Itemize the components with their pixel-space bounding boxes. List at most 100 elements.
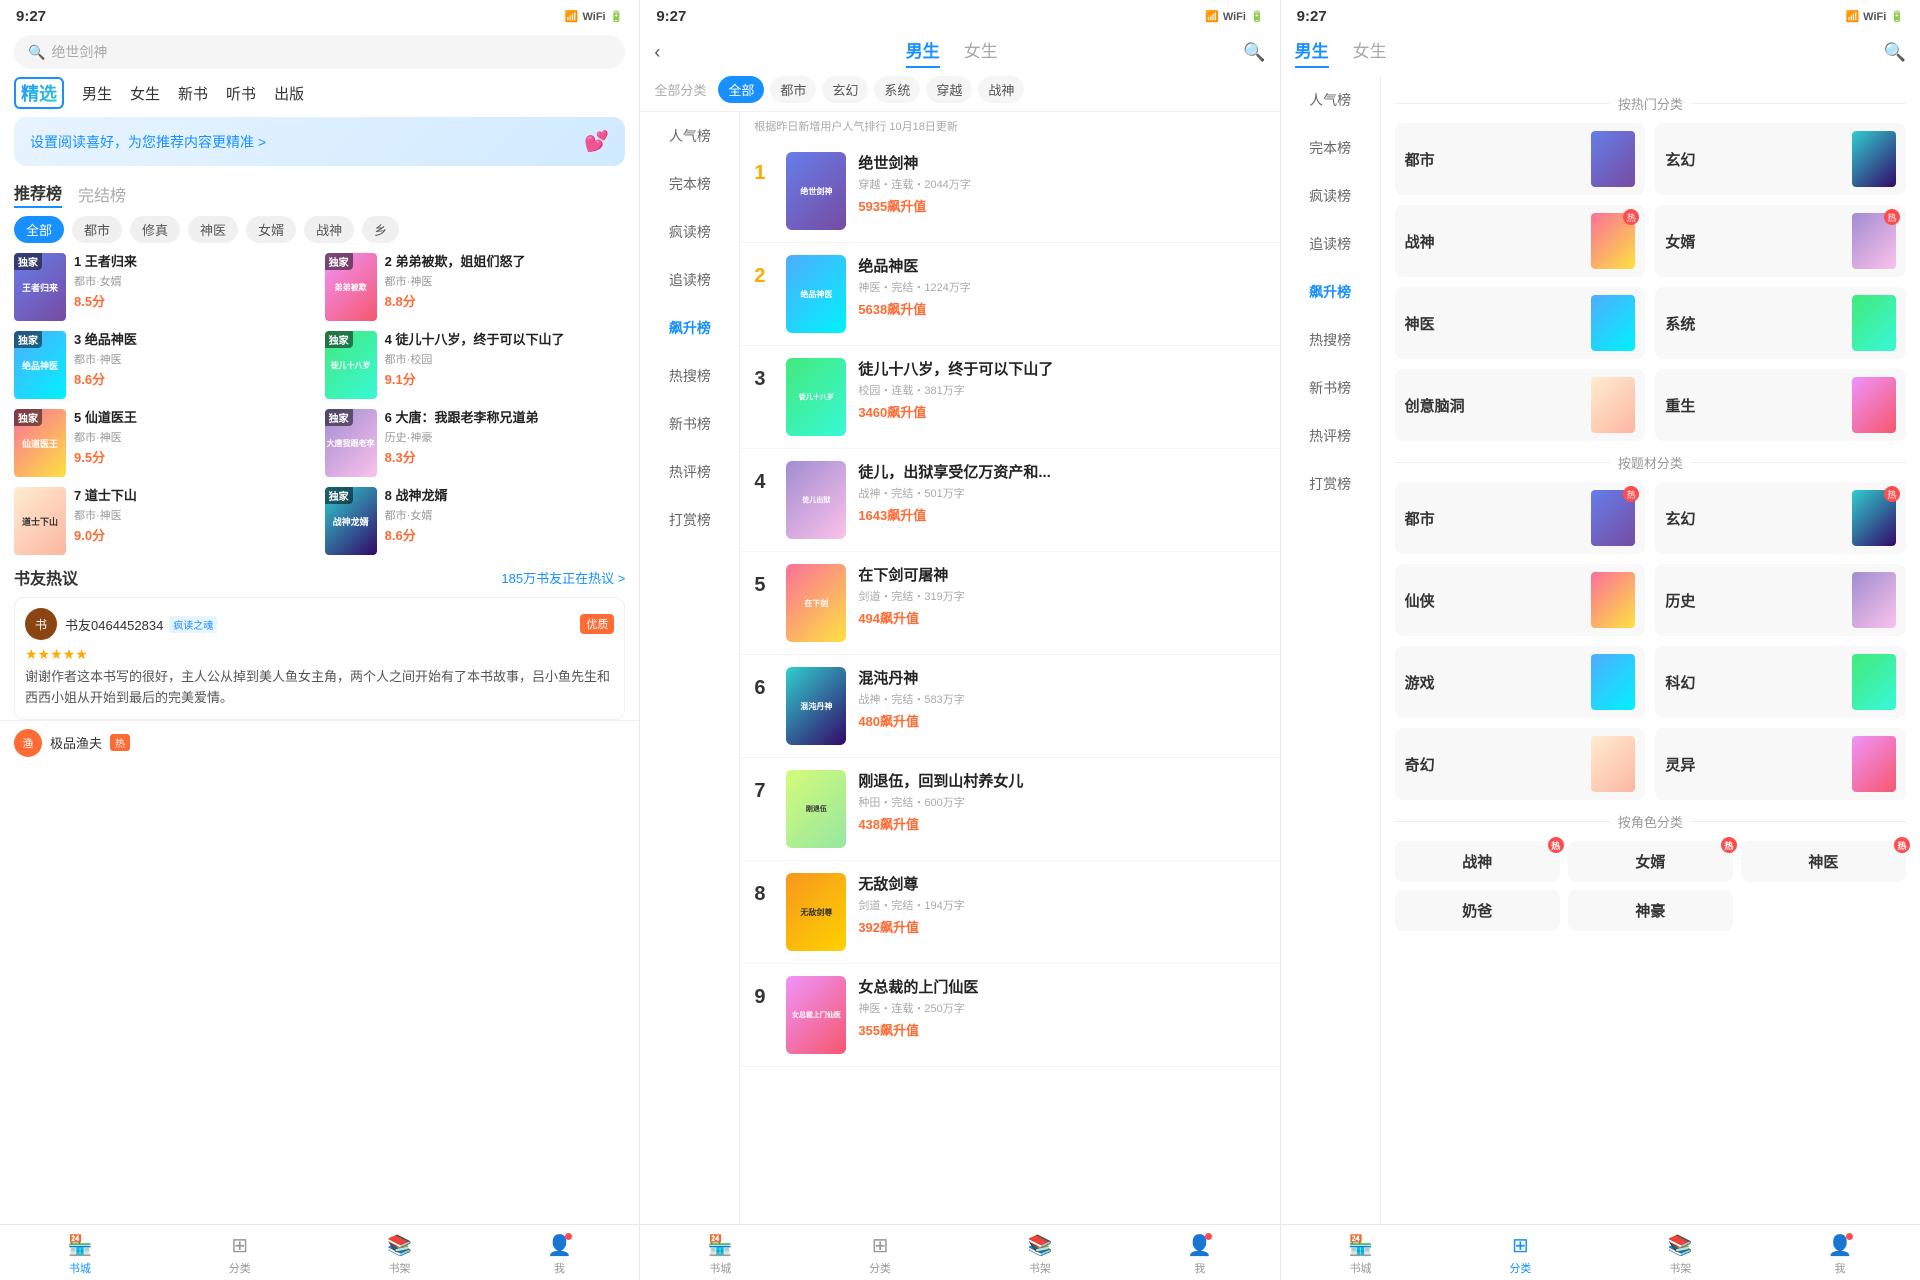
bottom-nav-bookstore[interactable]: 🏪 书城 (0, 1233, 160, 1276)
p3-sidebar-crazy[interactable]: 疯读榜 (1281, 172, 1380, 220)
book-item-3[interactable]: 绝品神医 独家 3 绝品神医 都市·神医 8.6分 (14, 331, 315, 399)
nav-newbook[interactable]: 新书 (178, 83, 208, 104)
sidebar-rising[interactable]: 飙升榜 (640, 304, 739, 352)
nav-female[interactable]: 女生 (130, 83, 160, 104)
recommend-banner[interactable]: 设置阅读喜好，为您推荐内容更精准 > 💕 (14, 117, 625, 166)
p3-sidebar-hot-review[interactable]: 热评榜 (1281, 412, 1380, 460)
p3-sidebar-popularity[interactable]: 人气榜 (1281, 76, 1380, 124)
tag-doctor[interactable]: 神医 (188, 216, 238, 243)
hot-discuss-more[interactable]: 185万书友正在热议 > (501, 568, 625, 587)
tab-male[interactable]: 男生 (906, 37, 940, 68)
sidebar-complete[interactable]: 完本榜 (640, 160, 739, 208)
book-row-8[interactable]: 8 无敌剑尊 无敌剑尊 剑道・完结・194万字 392飙升值 (740, 861, 1279, 964)
tag-son-law[interactable]: 女婿 (246, 216, 296, 243)
sidebar-reward[interactable]: 打赏榜 (640, 496, 739, 544)
bottom-nav-shelf[interactable]: 📚 书架 (320, 1233, 480, 1276)
cat-item-creative[interactable]: 创意脑洞 (1395, 369, 1646, 441)
cat-item-doctor[interactable]: 神医 (1395, 287, 1646, 359)
book-row-7[interactable]: 7 刚退伍 刚退伍，回到山村养女儿 种田・完结・600万字 438飙升值 (740, 758, 1279, 861)
cat-item-rebirth[interactable]: 重生 (1655, 369, 1906, 441)
rec-tab[interactable]: 推荐榜 (14, 180, 62, 208)
role-item-rich[interactable]: 神豪 (1568, 890, 1733, 931)
theme-item-xianxia[interactable]: 仙侠 (1395, 564, 1646, 636)
theme-item-fantasy[interactable]: 奇幻 (1395, 728, 1646, 800)
tab-female[interactable]: 女生 (964, 37, 998, 68)
cat-item-xuanhuan[interactable]: 玄幻 (1655, 123, 1906, 195)
cat-item-warshen[interactable]: 战神 热 (1395, 205, 1646, 277)
p3-tab-female[interactable]: 女生 (1353, 37, 1387, 68)
book-item-4[interactable]: 徒儿十八岁 独家 4 徒儿十八岁，终于可以下山了 都市·校园 9.1分 (325, 331, 626, 399)
p3-sidebar-hot-search[interactable]: 热搜榜 (1281, 316, 1380, 364)
filter-all-label[interactable]: 全部分类 (654, 80, 706, 99)
book-row-3[interactable]: 3 徒儿十八岁 徒儿十八岁，终于可以下山了 校园・连载・381万字 3460飙升… (740, 346, 1279, 449)
tag-xiu[interactable]: 修真 (130, 216, 180, 243)
book-item-2[interactable]: 弟弟被欺 独家 2 弟弟被欺，姐姐们怒了 都市·神医 8.8分 (325, 253, 626, 321)
bottom-nav3-category[interactable]: ⊞ 分类 (1440, 1233, 1600, 1276)
theme-item-scifi[interactable]: 科幻 (1655, 646, 1906, 718)
sidebar-hot-review[interactable]: 热评榜 (640, 448, 739, 496)
book-row-5[interactable]: 5 在下剑 在下剑可屠神 剑道・完结・319万字 494飙升值 (740, 552, 1279, 655)
sidebar-hot-search[interactable]: 热搜榜 (640, 352, 739, 400)
filter-tab-city[interactable]: 都市 (770, 76, 816, 103)
p3-sidebar-reward[interactable]: 打赏榜 (1281, 460, 1380, 508)
tag-all[interactable]: 全部 (14, 216, 64, 243)
nav-male[interactable]: 男生 (82, 83, 112, 104)
role-item-sonlaw[interactable]: 女婿 热 (1568, 841, 1733, 882)
search-bar[interactable]: 🔍 绝世剑神 (14, 35, 625, 69)
complete-tab[interactable]: 完结榜 (78, 182, 126, 206)
p3-search-icon[interactable]: 🔍 (1884, 42, 1906, 63)
bottom-nav2-me[interactable]: 👤 我 (1120, 1233, 1280, 1276)
cat-item-city[interactable]: 都市 (1395, 123, 1646, 195)
tag-warshen[interactable]: 战神 (304, 216, 354, 243)
bottom-nav3-shelf[interactable]: 📚 书架 (1600, 1233, 1760, 1276)
book-item-5[interactable]: 仙道医王 独家 5 仙道医王 都市·神医 9.5分 (14, 409, 315, 477)
tag-city[interactable]: 都市 (72, 216, 122, 243)
filter-tab-all[interactable]: 全部 (718, 76, 764, 103)
theme-item-history[interactable]: 历史 (1655, 564, 1906, 636)
cat-item-system[interactable]: 系统 (1655, 287, 1906, 359)
book-row-1[interactable]: 1 绝世剑神 绝世剑神 穿越・连载・2044万字 5935飙升值 (740, 140, 1279, 243)
book-row-4[interactable]: 4 徒儿出狱 徒儿，出狱享受亿万资产和... 战神・完结・501万字 1643飙… (740, 449, 1279, 552)
filter-tab-system[interactable]: 系统 (874, 76, 920, 103)
nav-audio[interactable]: 听书 (226, 83, 256, 104)
role-item-doctor[interactable]: 神医 热 (1741, 841, 1906, 882)
back-button[interactable]: ‹ (654, 42, 660, 63)
bottom-nav2-bookstore[interactable]: 🏪 书城 (640, 1233, 800, 1276)
sidebar-popularity[interactable]: 人气榜 (640, 112, 739, 160)
book-item-7[interactable]: 道士下山 7 道士下山 都市·神医 9.0分 (14, 487, 315, 555)
book-item-1[interactable]: 王者归来 独家 1 王者归来 都市·女婿 8.5分 (14, 253, 315, 321)
tag-more[interactable]: 乡 (362, 216, 399, 243)
theme-item-city[interactable]: 都市 热 (1395, 482, 1646, 554)
search-icon-2[interactable]: 🔍 (1243, 42, 1265, 63)
book-row-2[interactable]: 2 绝品神医 绝品神医 神医・完结・1224万字 5638飙升值 (740, 243, 1279, 346)
book-row-6[interactable]: 6 混沌丹神 混沌丹神 战神・完结・583万字 480飙升值 (740, 655, 1279, 758)
bottom-nav3-bookstore[interactable]: 🏪 书城 (1281, 1233, 1441, 1276)
p3-tab-male[interactable]: 男生 (1295, 37, 1329, 68)
p3-sidebar-follow[interactable]: 追读榜 (1281, 220, 1380, 268)
nav-publish[interactable]: 出版 (274, 83, 304, 104)
role-item-warshen[interactable]: 战神 热 (1395, 841, 1560, 882)
sidebar-new-book[interactable]: 新书榜 (640, 400, 739, 448)
theme-item-horror[interactable]: 灵异 (1655, 728, 1906, 800)
bottom-nav2-category[interactable]: ⊞ 分类 (800, 1233, 960, 1276)
filter-tab-war[interactable]: 战神 (978, 76, 1024, 103)
theme-item-xuanhuan[interactable]: 玄幻 热 (1655, 482, 1906, 554)
bottom-nav2-shelf[interactable]: 📚 书架 (960, 1233, 1120, 1276)
bottom-nav-me[interactable]: 👤 我 (479, 1233, 639, 1276)
cat-item-sonlaw[interactable]: 女婿 热 (1655, 205, 1906, 277)
book-item-6[interactable]: 大唐我跟老李 独家 6 大唐：我跟老李称兄道弟 历史·神豪 8.3分 (325, 409, 626, 477)
sidebar-follow[interactable]: 追读榜 (640, 256, 739, 304)
filter-tab-xuanhuan[interactable]: 玄幻 (822, 76, 868, 103)
panel-1: 9:27 📶 WiFi 🔋 🔍 绝世剑神 精选 男生 女生 新书 听书 出版 设… (0, 0, 640, 1280)
p3-sidebar-new[interactable]: 新书榜 (1281, 364, 1380, 412)
theme-item-game[interactable]: 游戏 (1395, 646, 1646, 718)
p3-sidebar-rising[interactable]: 飙升榜 (1281, 268, 1380, 316)
sidebar-crazy[interactable]: 疯读榜 (640, 208, 739, 256)
p3-sidebar-complete[interactable]: 完本榜 (1281, 124, 1380, 172)
role-item-dadad[interactable]: 奶爸 (1395, 890, 1560, 931)
bottom-nav-category[interactable]: ⊞ 分类 (160, 1233, 320, 1276)
bottom-nav3-me[interactable]: 👤 我 (1760, 1233, 1920, 1276)
book-row-9[interactable]: 9 女总裁上门仙医 女总裁的上门仙医 神医・连载・250万字 355飙升值 (740, 964, 1279, 1067)
filter-tab-time[interactable]: 穿越 (926, 76, 972, 103)
book-item-8[interactable]: 战神龙婿 独家 8 战神龙婿 都市·女婿 8.6分 (325, 487, 626, 555)
